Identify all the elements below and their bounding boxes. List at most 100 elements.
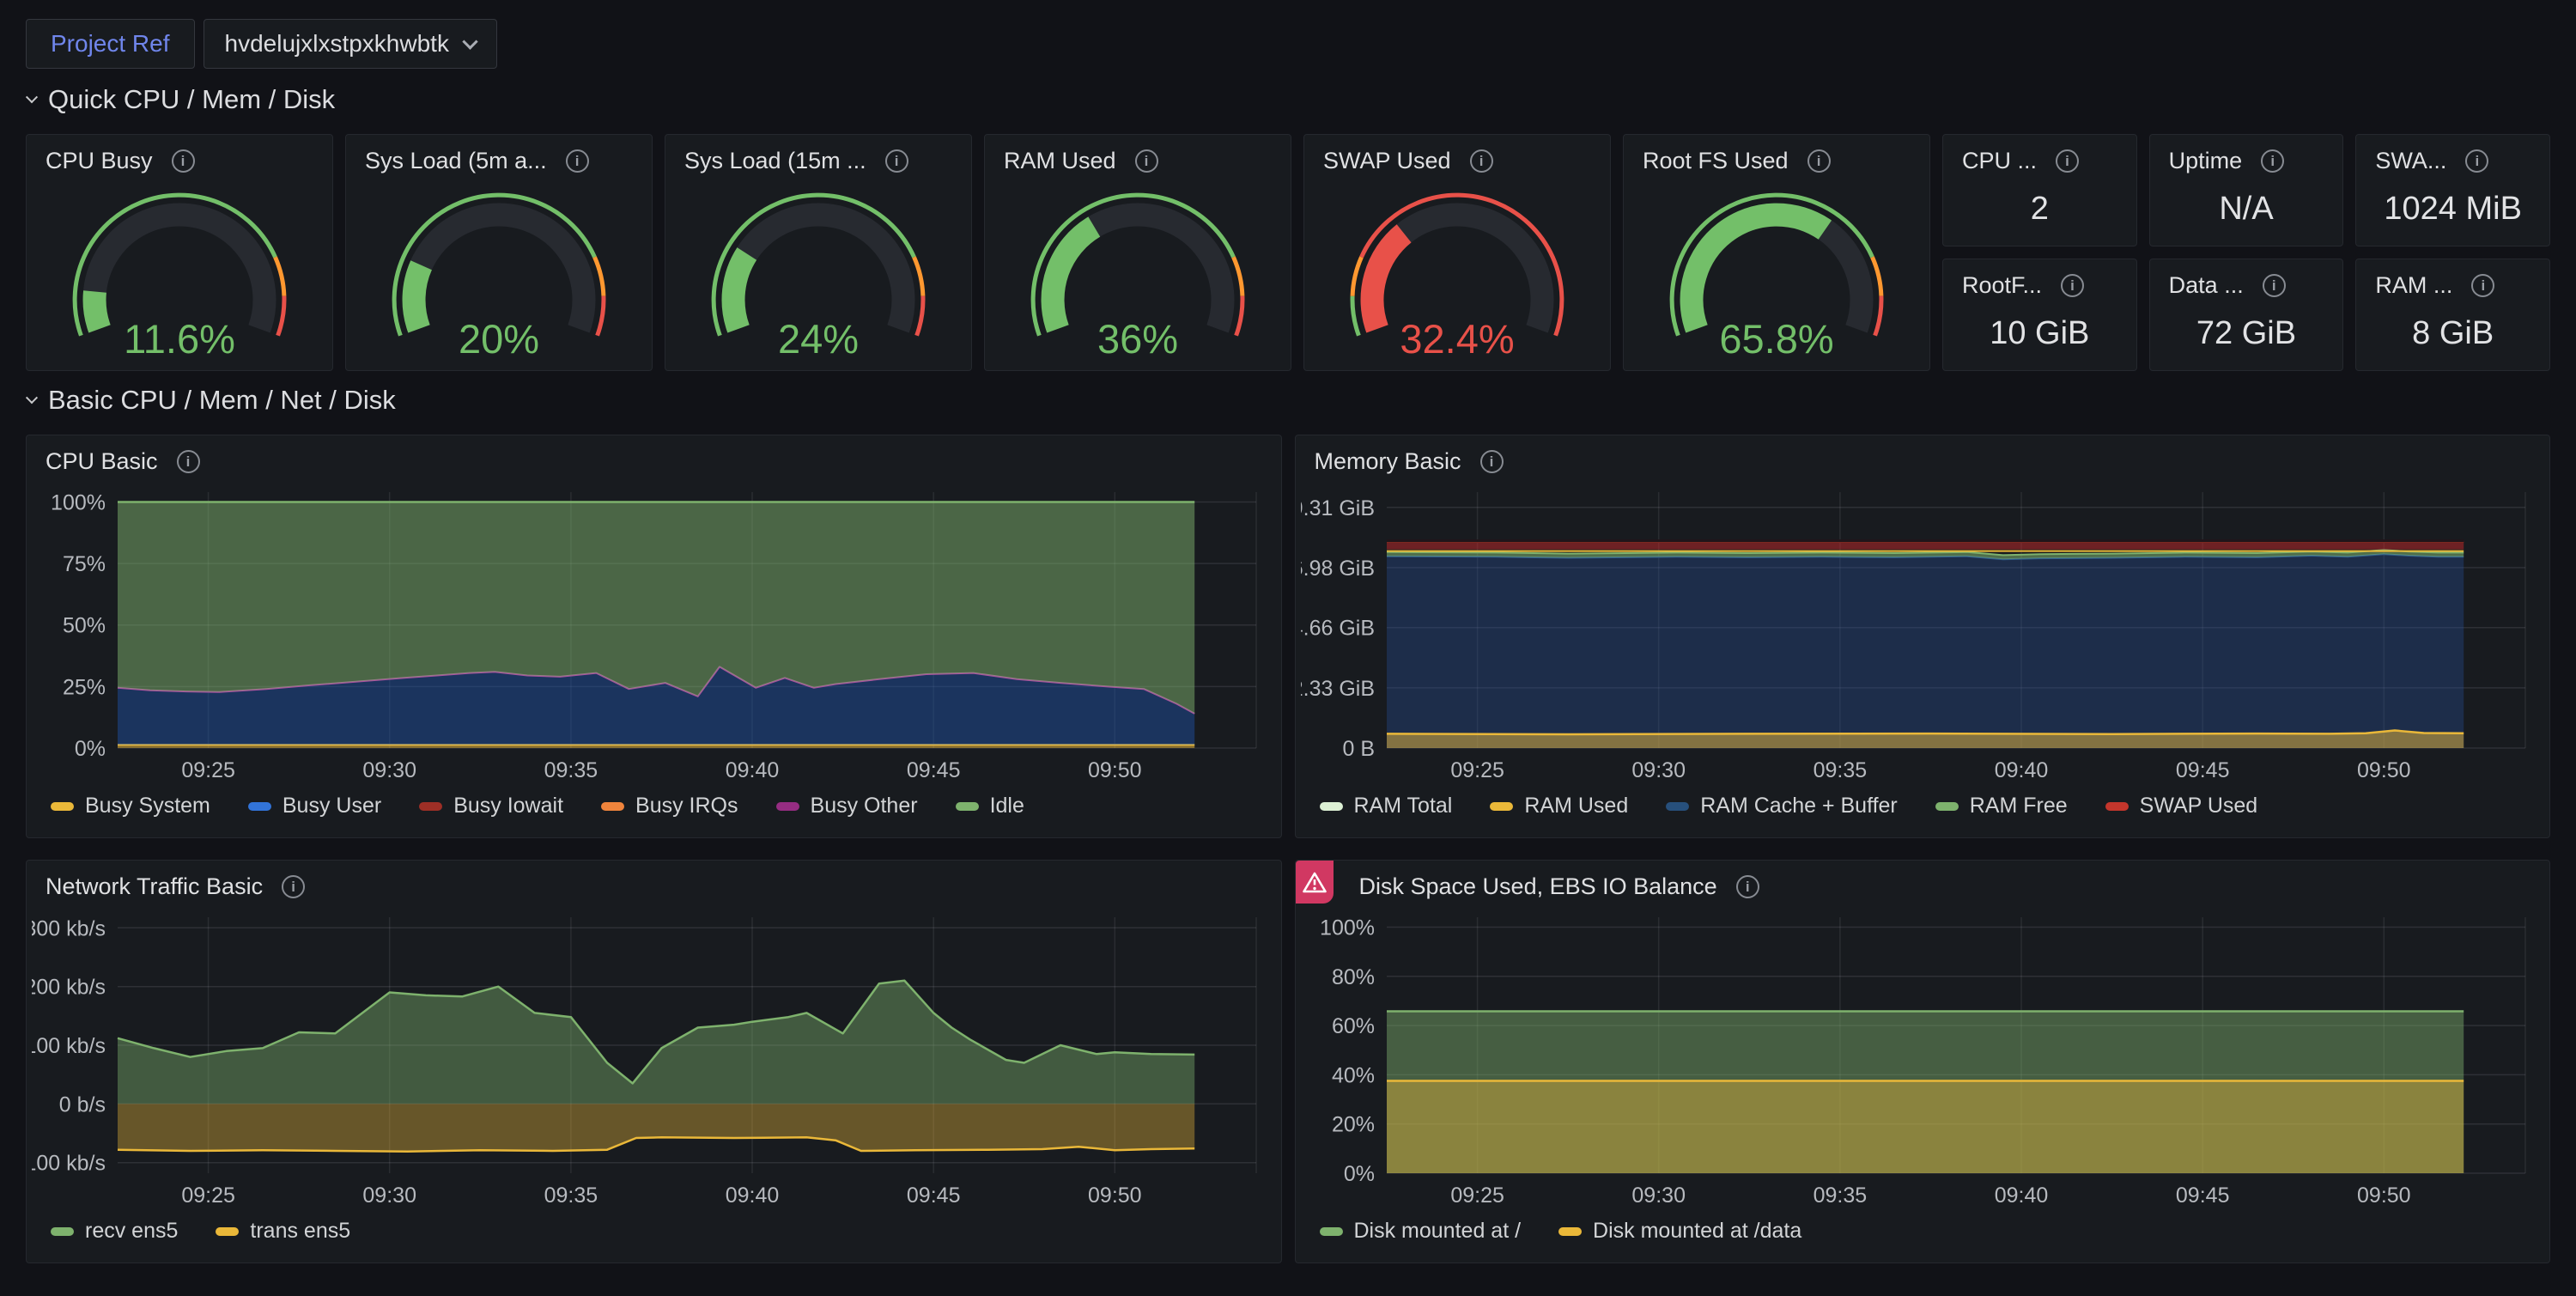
legend-label: Disk mounted at /data: [1593, 1219, 1801, 1244]
panel-data-disk-stat: Data ... 72 GiB: [2149, 259, 2344, 371]
svg-text:09:30: 09:30: [362, 1183, 416, 1208]
svg-text:09:45: 09:45: [2175, 1183, 2229, 1208]
info-icon[interactable]: [885, 149, 908, 173]
svg-text:100%: 100%: [51, 491, 106, 515]
legend-item[interactable]: RAM Total: [1320, 794, 1453, 818]
legend-label: Idle: [990, 794, 1024, 818]
info-icon[interactable]: [566, 149, 589, 173]
panel-swap-total-stat: SWA... 1024 MiB: [2355, 134, 2550, 246]
svg-text:09:30: 09:30: [1631, 1183, 1686, 1208]
section-title: Quick CPU / Mem / Disk: [48, 84, 335, 115]
svg-text:200 kb/s: 200 kb/s: [32, 976, 106, 1000]
panel-title[interactable]: Root FS Used: [1643, 148, 1789, 174]
panel-title[interactable]: Uptime: [2169, 148, 2243, 174]
panel-title[interactable]: RAM ...: [2375, 272, 2452, 299]
svg-text:100%: 100%: [1320, 916, 1375, 940]
panel-title[interactable]: CPU Busy: [46, 148, 153, 174]
panel-title[interactable]: Network Traffic Basic: [46, 873, 263, 900]
warning-triangle-icon: [1302, 871, 1327, 894]
stat-value: 2: [1943, 174, 2136, 243]
legend-swatch-icon: [1558, 1227, 1582, 1236]
svg-text:09:30: 09:30: [1631, 758, 1686, 782]
panel-title[interactable]: Sys Load (15m ...: [684, 148, 866, 174]
svg-text:50%: 50%: [63, 614, 106, 638]
network-traffic-legend: recv ens5 trans ens5: [27, 1212, 1281, 1244]
info-icon[interactable]: [2261, 149, 2284, 173]
panel-title[interactable]: CPU ...: [1962, 148, 2037, 174]
info-icon[interactable]: [172, 149, 195, 173]
panel-title[interactable]: Data ...: [2169, 272, 2244, 299]
panel-title[interactable]: SWAP Used: [1323, 148, 1451, 174]
network-traffic-chart[interactable]: -100 kb/s0 b/s100 kb/s200 kb/s300 kb/s09…: [32, 905, 1274, 1212]
panel-cpu-cores-stat: CPU ... 2: [1942, 134, 2137, 246]
info-icon[interactable]: [282, 875, 305, 898]
legend-item[interactable]: Busy Iowait: [419, 794, 563, 818]
panel-swap-used-gauge: SWAP Used 32.4%: [1303, 134, 1611, 371]
section-row-basic-cpu-mem-net-disk[interactable]: Basic CPU / Mem / Net / Disk: [27, 385, 2550, 416]
memory-basic-legend: RAM Total RAM Used RAM Cache + Buffer RAM F…: [1296, 787, 2550, 818]
legend-item[interactable]: recv ens5: [51, 1219, 178, 1244]
info-icon[interactable]: [1807, 149, 1831, 173]
variable-label-project-ref[interactable]: Project Ref: [26, 19, 195, 69]
panel-title[interactable]: CPU Basic: [46, 448, 158, 475]
legend-item[interactable]: Disk mounted at /data: [1558, 1219, 1801, 1244]
disk-space-chart[interactable]: 0%20%40%60%80%100%09:2509:3009:3509:4009…: [1301, 905, 2543, 1212]
cpu-basic-chart[interactable]: 0%25%50%75%100%09:2509:3009:3509:4009:45…: [32, 480, 1274, 787]
svg-text:09:30: 09:30: [362, 758, 416, 782]
info-icon[interactable]: [1480, 450, 1504, 473]
legend-swatch-icon: [2105, 802, 2129, 811]
legend-item[interactable]: Disk mounted at /: [1320, 1219, 1522, 1244]
legend-item[interactable]: Busy IRQs: [601, 794, 738, 818]
info-icon[interactable]: [2263, 274, 2286, 297]
svg-text:0 B: 0 B: [1342, 737, 1375, 761]
info-icon[interactable]: [1135, 149, 1158, 173]
info-icon[interactable]: [2465, 149, 2488, 173]
legend-item[interactable]: Busy Other: [776, 794, 918, 818]
legend-item[interactable]: RAM Used: [1490, 794, 1628, 818]
legend-swatch-icon: [248, 802, 271, 811]
legend-item[interactable]: trans ens5: [216, 1219, 350, 1244]
gauge: 32.4%: [1304, 178, 1610, 374]
section-title: Basic CPU / Mem / Net / Disk: [48, 385, 396, 416]
info-icon[interactable]: [2471, 274, 2494, 297]
legend-item[interactable]: Busy System: [51, 794, 210, 818]
legend-item[interactable]: SWAP Used: [2105, 794, 2258, 818]
chevron-down-icon: [26, 392, 38, 404]
panel-sys-load-5m-gauge: Sys Load (5m a... 20%: [345, 134, 653, 371]
memory-basic-chart[interactable]: 0 B2.33 GiB4.66 GiB6.98 GiB9.31 GiB09:25…: [1301, 480, 2543, 787]
legend-swatch-icon: [1490, 802, 1513, 811]
legend-item[interactable]: Busy User: [248, 794, 381, 818]
section-row-quick-cpu-mem-disk[interactable]: Quick CPU / Mem / Disk: [27, 84, 2550, 115]
info-icon[interactable]: [2061, 274, 2084, 297]
variable-value-dropdown[interactable]: hvdelujxlxstpxkhwbtk: [204, 19, 497, 69]
svg-text:09:50: 09:50: [2357, 758, 2411, 782]
legend-item[interactable]: RAM Free: [1935, 794, 2068, 818]
info-icon[interactable]: [1736, 875, 1759, 898]
legend-item[interactable]: RAM Cache + Buffer: [1666, 794, 1898, 818]
legend-label: Busy IRQs: [635, 794, 738, 818]
svg-text:09:50: 09:50: [1088, 758, 1142, 782]
alert-state-badge[interactable]: [1296, 861, 1334, 904]
gauge-value: 24%: [778, 316, 859, 362]
panel-title[interactable]: RAM Used: [1004, 148, 1116, 174]
svg-text:6.98 GiB: 6.98 GiB: [1301, 557, 1375, 581]
legend-item[interactable]: Idle: [956, 794, 1024, 818]
panel-title[interactable]: SWA...: [2375, 148, 2446, 174]
panel-title[interactable]: Disk Space Used, EBS IO Balance: [1359, 873, 1717, 900]
panel-cpu-basic: CPU Basic 0%25%50%75%100%09:2509:3009:35…: [26, 435, 1282, 838]
info-icon[interactable]: [2056, 149, 2079, 173]
gauge: 65.8%: [1624, 178, 1929, 374]
info-icon[interactable]: [177, 450, 200, 473]
info-icon[interactable]: [1470, 149, 1493, 173]
svg-text:09:25: 09:25: [181, 1183, 235, 1208]
legend-label: Busy Iowait: [453, 794, 563, 818]
top-panel-row: CPU Busy 11.6% Sys Load (5m a... 20% Sys…: [26, 134, 2550, 371]
gauge: 11.6%: [27, 178, 332, 374]
panel-title[interactable]: Memory Basic: [1315, 448, 1461, 475]
panel-title[interactable]: Sys Load (5m a...: [365, 148, 547, 174]
svg-text:09:40: 09:40: [1994, 758, 2048, 782]
stat-value: 1024 MiB: [2356, 174, 2549, 243]
gauge-value: 11.6%: [124, 316, 235, 362]
panel-title[interactable]: RootF...: [1962, 272, 2042, 299]
svg-text:0%: 0%: [1343, 1162, 1374, 1186]
